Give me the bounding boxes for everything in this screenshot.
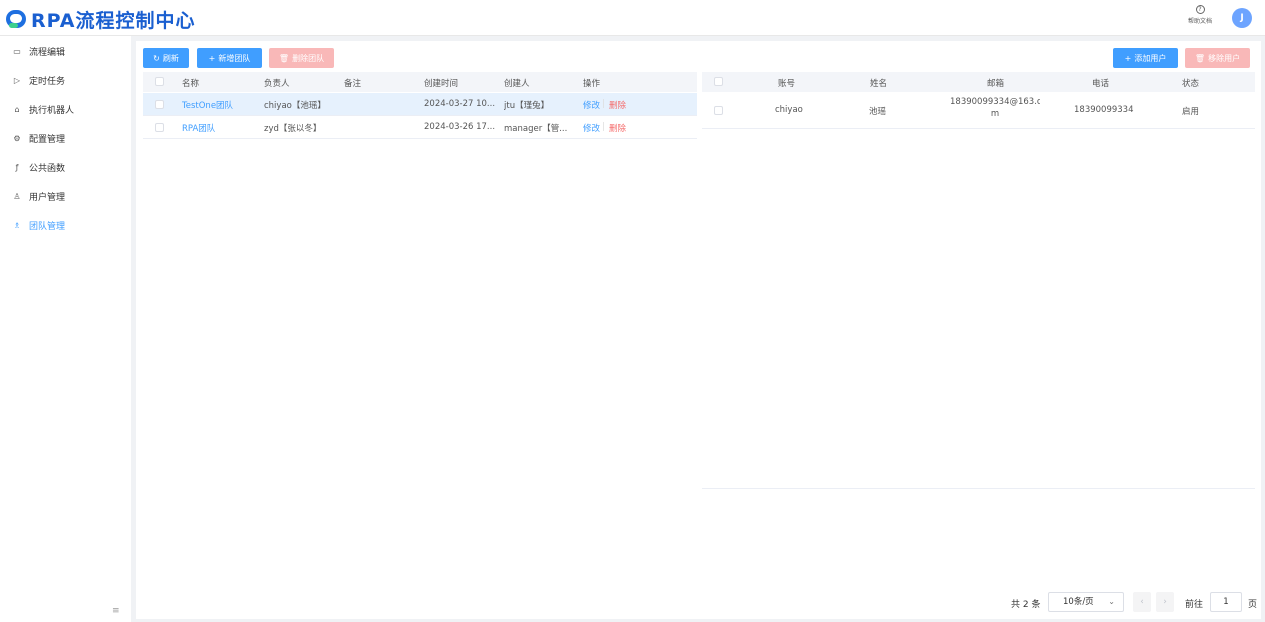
goto-label: 前往 xyxy=(1185,600,1204,610)
app-logo[interactable]: RPA流程控制中心 xyxy=(6,7,196,32)
gear-icon: ⚙ xyxy=(13,133,21,143)
refresh-icon: ↻ xyxy=(153,53,160,63)
action-divider: | xyxy=(602,122,605,132)
sidebar-item-label: 流程编辑 xyxy=(29,47,66,58)
select-all-checkbox[interactable] xyxy=(714,77,723,86)
delete-link[interactable]: 删除 xyxy=(609,99,626,111)
next-page-button[interactable]: › xyxy=(1156,592,1174,612)
page-size-select[interactable]: 10条/页 ⌄ xyxy=(1048,592,1124,612)
team-owner: chiyao【池瑶】 xyxy=(264,101,326,111)
col-note: 备注 xyxy=(344,79,362,89)
col-phone: 电话 xyxy=(1092,79,1110,89)
team-table-header: 名称 负责人 备注 创建时间 创建人 操作 xyxy=(143,72,697,92)
team-name-link[interactable]: RPA团队 xyxy=(182,122,260,134)
sidebar-item-label: 公共函数 xyxy=(29,163,66,174)
team-name-link[interactable]: TestOne团队 xyxy=(182,99,260,111)
user-avatar[interactable]: J xyxy=(1232,8,1252,28)
col-created: 创建时间 xyxy=(424,79,459,89)
col-name: 姓名 xyxy=(870,79,888,89)
help-label: 帮助文档 xyxy=(1187,18,1212,25)
user-email: 18390099334@163.co xyxy=(950,97,1040,107)
collapse-menu-icon[interactable]: ≡ xyxy=(112,606,120,616)
pagination-total: 共 2 条 xyxy=(1011,600,1041,610)
col-actions: 操作 xyxy=(583,79,601,89)
user-name: 池瑶 xyxy=(869,107,887,117)
col-creator: 创建人 xyxy=(504,79,530,89)
remove-user-button[interactable]: 🗑 移除用户 xyxy=(1185,48,1250,68)
edit-link[interactable]: 修改 xyxy=(583,99,600,111)
help-docs-button[interactable]: ? 帮助文档 xyxy=(1187,5,1213,25)
top-header: RPA流程控制中心 ? 帮助文档 J xyxy=(0,0,1265,36)
sidebar-item-users[interactable]: ♙ 用户管理 xyxy=(12,188,65,204)
select-all-checkbox[interactable] xyxy=(155,77,164,86)
user-phone: 18390099334 xyxy=(1074,105,1134,115)
sidebar-item-label: 团队管理 xyxy=(29,221,66,232)
row-checkbox[interactable] xyxy=(155,123,164,132)
team-owner: zyd【张以冬】 xyxy=(264,124,322,134)
sidebar-item-label: 配置管理 xyxy=(29,134,66,145)
add-team-button[interactable]: + 新增团队 xyxy=(197,48,262,68)
team-creator: manager【管... xyxy=(504,124,568,134)
sidebar-item-robots[interactable]: ⌂ 执行机器人 xyxy=(12,101,74,117)
page-unit-label: 页 xyxy=(1248,600,1258,610)
sidebar-item-label: 执行机器人 xyxy=(29,105,75,116)
team-icon: ♗ xyxy=(13,220,21,230)
user-table-header: 账号 姓名 邮箱 电话 状态 xyxy=(702,72,1255,92)
robot-icon: ⌂ xyxy=(14,104,20,114)
col-status: 状态 xyxy=(1182,79,1200,89)
table-row[interactable]: TestOne团队 chiyao【池瑶】 2024-03-27 10... jt… xyxy=(143,93,697,116)
edit-link[interactable]: 修改 xyxy=(583,122,600,134)
sidebar: ▭ 流程编辑 ▷ 定时任务 ⌂ 执行机器人 ⚙ 配置管理 ƒ 公共函数 ♙ 用户… xyxy=(0,36,131,622)
delete-team-button[interactable]: 🗑 删除团队 xyxy=(269,48,334,68)
sidebar-item-process-edit[interactable]: ▭ 流程编辑 xyxy=(12,43,65,59)
table-row[interactable]: chiyao 池瑶 18390099334@163.co m 183900993… xyxy=(702,93,1255,129)
sidebar-item-scheduled-tasks[interactable]: ▷ 定时任务 xyxy=(12,72,65,88)
table-bottom-divider xyxy=(702,488,1255,489)
chevron-down-icon: ⌄ xyxy=(1108,597,1115,606)
table-row[interactable]: RPA团队 zyd【张以冬】 2024-03-26 17... manager【… xyxy=(143,116,697,139)
team-created: 2024-03-26 17... xyxy=(424,122,496,132)
trash-icon: 🗑 xyxy=(278,53,290,63)
user-icon: ♙ xyxy=(13,191,21,201)
main-content: ↻ 刷新 + 新增团队 🗑 删除团队 + 添加用户 🗑 移除用户 名称 负责人 备注 创建… xyxy=(136,41,1261,619)
action-divider: | xyxy=(602,99,605,109)
plus-icon: + xyxy=(1124,53,1132,63)
function-icon: ƒ xyxy=(15,162,19,172)
sidebar-item-label: 用户管理 xyxy=(29,192,66,203)
goto-page-input[interactable]: 1 xyxy=(1210,592,1242,612)
sidebar-item-functions[interactable]: ƒ 公共函数 xyxy=(12,159,65,175)
add-user-button[interactable]: + 添加用户 xyxy=(1113,48,1178,68)
col-account: 账号 xyxy=(778,79,796,89)
prev-page-button[interactable]: ‹ xyxy=(1133,592,1151,612)
sidebar-item-config[interactable]: ⚙ 配置管理 xyxy=(12,130,65,146)
sidebar-item-teams[interactable]: ♗ 团队管理 xyxy=(12,217,65,233)
row-checkbox[interactable] xyxy=(714,106,723,115)
row-checkbox[interactable] xyxy=(155,100,164,109)
user-account: chiyao xyxy=(775,105,803,115)
help-icon: ? xyxy=(1195,5,1205,14)
plus-icon: + xyxy=(208,53,216,63)
team-created: 2024-03-27 10... xyxy=(424,99,496,109)
col-name: 名称 xyxy=(182,79,200,89)
user-status: 启用 xyxy=(1182,107,1200,117)
refresh-button[interactable]: ↻ 刷新 xyxy=(143,48,189,68)
monitor-icon: ▭ xyxy=(13,46,21,56)
logo-mark-icon xyxy=(6,10,26,28)
col-owner: 负责人 xyxy=(264,79,290,89)
user-email-wrap: m xyxy=(990,109,1000,119)
play-icon: ▷ xyxy=(13,75,21,85)
delete-link[interactable]: 删除 xyxy=(609,122,626,134)
team-creator: jtu【瑾兔】 xyxy=(504,101,550,111)
sidebar-item-label: 定时任务 xyxy=(29,76,66,87)
trash-icon: 🗑 xyxy=(1194,53,1206,63)
app-title: RPA流程控制中心 xyxy=(31,9,196,32)
col-email: 邮箱 xyxy=(987,79,1005,89)
